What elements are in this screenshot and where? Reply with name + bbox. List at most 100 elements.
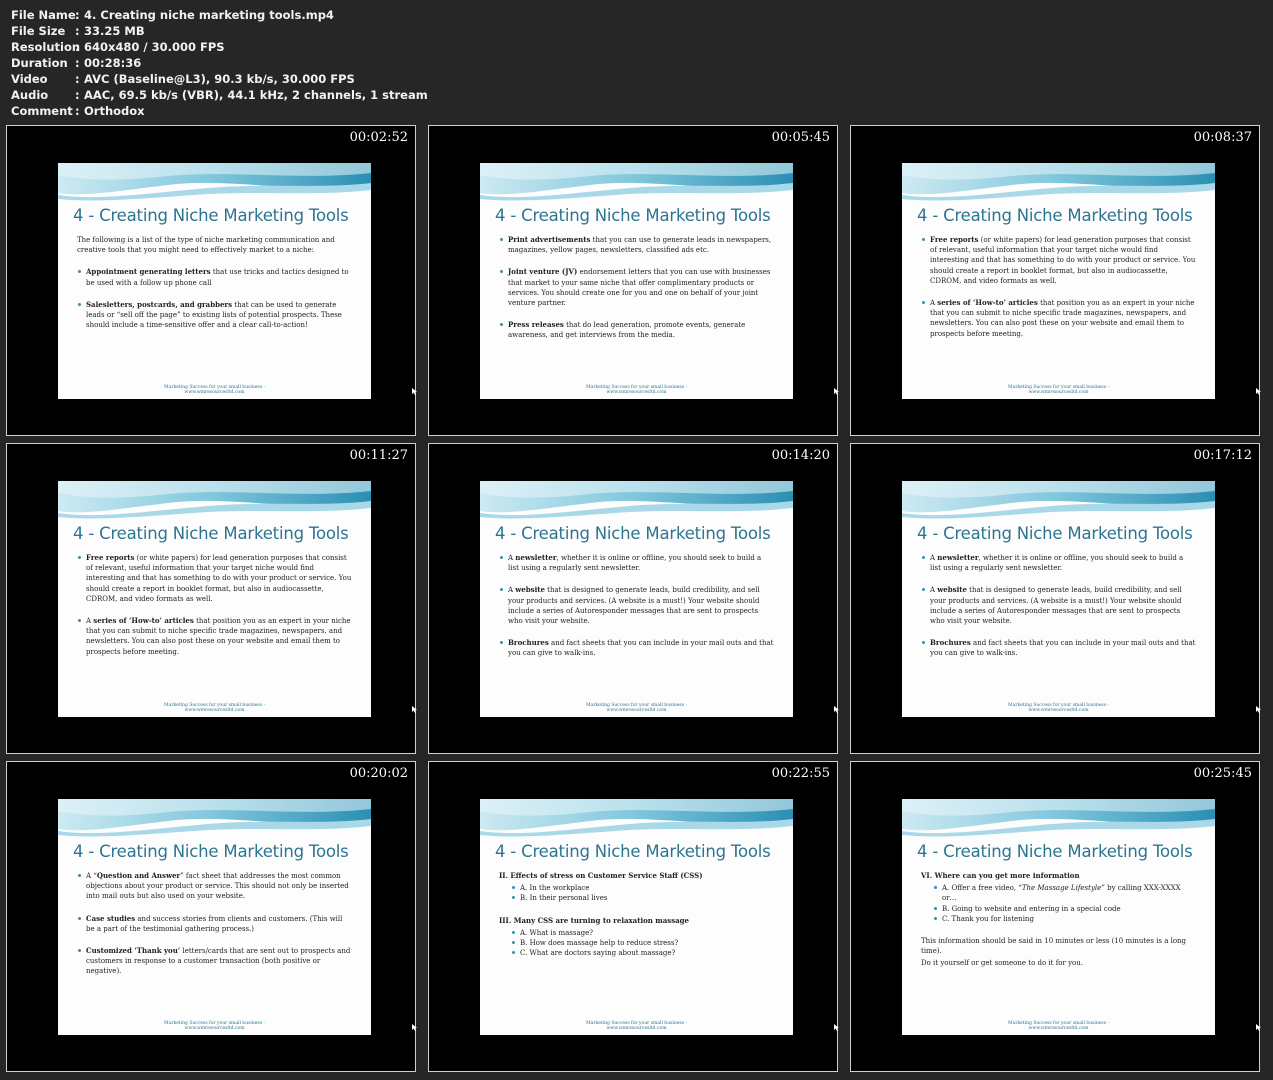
slide-text-run: Free reports — [86, 553, 135, 562]
thumbnail-frame[interactable]: 00:08:37 4 - Creating Niche Marketing Too… — [850, 125, 1261, 436]
slide-title: 4 - Creating Niche Marketing Tools — [73, 524, 349, 543]
slide-preview: 4 - Creating Niche Marketing Tools Print … — [480, 163, 793, 399]
slide-footer: Marketing Success for your small busines… — [480, 1021, 793, 1031]
slide-title: 4 - Creating Niche Marketing Tools — [917, 842, 1193, 861]
slide-footer: Marketing Success for your small busines… — [480, 385, 793, 395]
slide-text-run: series of ‘How-to’ articles — [937, 298, 1038, 308]
slide-header-wave — [58, 163, 371, 201]
file-info-separator: : — [75, 72, 80, 86]
timestamp-label: 00:02:52 — [349, 130, 408, 145]
slide-text-run: Case studies — [86, 913, 136, 923]
file-info-separator: : — [75, 56, 80, 70]
slide-bullet: Appointment generating letters that use … — [77, 267, 352, 287]
slide-header-wave — [480, 799, 793, 837]
slide-bullet: A newsletter, whether it is online or of… — [921, 553, 1196, 573]
slide-bullet: A series of ‘How-to’ articles that posit… — [921, 298, 1196, 339]
slide-bullet: Press releases that do lead generation, … — [499, 320, 774, 340]
slide-title: 4 - Creating Niche Marketing Tools — [73, 842, 349, 861]
slide-preview: 4 - Creating Niche Marketing Tools The fo… — [58, 163, 371, 399]
slide-footer: Marketing Success for your small busines… — [58, 703, 371, 713]
slide-text-run: Print advertisements — [508, 235, 591, 244]
slide-footer-url: www.wmresourcesltd.com — [184, 390, 245, 395]
slide-title: 4 - Creating Niche Marketing Tools — [73, 206, 349, 225]
file-info-row: Duration:00:28:36 — [11, 55, 428, 71]
slide-footer-url: www.wmresourcesltd.com — [606, 1026, 667, 1031]
slide-body: The following is a list of the type of n… — [77, 235, 352, 342]
file-info-key: File Name — [11, 8, 76, 22]
file-info-row: File Size:33.25 MB — [11, 23, 428, 39]
slide-bullet: Print advertisements that you can use to… — [499, 235, 774, 255]
timestamp-label: 00:05:45 — [771, 130, 830, 145]
file-info-value: AVC (Baseline@L3), 90.3 kb/s, 30.000 FPS — [84, 72, 355, 86]
slide-bullet: C. What are doctors saying about massage… — [499, 948, 774, 958]
thumbnail-frame[interactable]: 00:05:45 4 - Creating Niche Marketing Too… — [428, 125, 839, 436]
slide-text-run: VI. Where can you get more information — [921, 871, 1080, 880]
thumbnail-frame[interactable]: 00:22:55 4 - Creating Niche Marketing Too… — [428, 761, 839, 1072]
slide-footer: Marketing Success for your small busines… — [902, 1021, 1215, 1031]
slide-bullet: B. How does massage help to reduce stres… — [499, 938, 774, 948]
thumbnail-frame[interactable]: 00:17:12 4 - Creating Niche Marketing Too… — [850, 443, 1261, 754]
file-info-value: Orthodox — [84, 104, 145, 118]
mouse-cursor-icon — [1256, 706, 1261, 713]
slide-bullet: A. What is massage? — [499, 928, 774, 938]
slide-header-wave — [480, 481, 793, 519]
slide-text-run: III. Many CSS are turning to relaxation … — [499, 915, 690, 925]
slide-footer-url: www.wmresourcesltd.com — [1028, 1026, 1089, 1031]
file-info-row: Audio: AAC, 69.5 kb/s (VBR), 44.1 kHz, 2 … — [11, 87, 428, 103]
slide-footer: Marketing Success for your small busines… — [902, 385, 1215, 395]
slide-text-run: Salesletters, postcards, and grabbers — [86, 299, 233, 309]
slide-text-run: Free reports — [930, 235, 979, 244]
slide-paragraph — [499, 904, 774, 916]
mouse-cursor-icon — [834, 1024, 839, 1031]
slide-bullet: Free reports (or white papers) for lead … — [921, 235, 1196, 286]
slide-text-run: Brochures — [930, 638, 971, 648]
slide-text-run: Brochures — [508, 638, 549, 648]
slide-header-wave — [58, 481, 371, 519]
slide-paragraph: II. Effects of stress on Customer Servic… — [499, 871, 774, 881]
slide-footer: Marketing Success for your small busines… — [58, 1021, 371, 1031]
slide-preview: 4 - Creating Niche Marketing Tools II. Ef… — [480, 799, 793, 1035]
slide-text-run: This information should be said in 10 mi… — [921, 937, 1187, 956]
slide-paragraph: Do it yourself or get someone to do it f… — [921, 958, 1196, 968]
thumbnail-frame[interactable]: 00:25:45 4 - Creating Niche Marketing Too… — [850, 761, 1261, 1072]
slide-footer-url: www.wmresourcesltd.com — [184, 708, 245, 713]
slide-body: Free reports (or white papers) for lead … — [921, 235, 1196, 351]
thumbnail-frame[interactable]: 00:02:52 4 - Creating Niche Marketing Too… — [6, 125, 417, 436]
slide-text-run: that is designed to generate leads, buil… — [508, 586, 760, 626]
slide-body: VI. Where can you get more information A.… — [921, 871, 1196, 971]
slide-text-run: series of ‘How-to’ articles — [93, 616, 194, 626]
slide-footer-url: www.wmresourcesltd.com — [606, 708, 667, 713]
timestamp-label: 00:17:12 — [1193, 448, 1252, 463]
timestamp-label: 00:11:27 — [349, 448, 408, 463]
slide-title: 4 - Creating Niche Marketing Tools — [495, 842, 771, 861]
slide-bullet: Brochures and fact sheets that you can i… — [499, 638, 774, 658]
slide-bullet: A “Question and Answer” fact sheet that … — [77, 871, 352, 902]
slide-text-run: Customized ‘Thank you’ — [86, 946, 181, 956]
slide-preview: 4 - Creating Niche Marketing Tools A news… — [902, 481, 1215, 717]
slide-text-run: A. Offer a free video, — [942, 884, 1019, 893]
file-info-separator: : — [75, 88, 80, 102]
file-info-separator: : — [75, 104, 80, 118]
timestamp-label: 00:08:37 — [1193, 130, 1252, 145]
thumbnail-grid: 00:02:52 4 - Creating Niche Marketing Too… — [6, 125, 1269, 1075]
file-info-key: Audio — [11, 88, 49, 102]
slide-footer: Marketing Success for your small busines… — [902, 703, 1215, 713]
file-info-value: 33.25 MB — [84, 24, 145, 38]
slide-bullet: Case studies and success stories from cl… — [77, 914, 352, 934]
mouse-cursor-icon — [834, 706, 839, 713]
timestamp-label: 00:22:55 — [771, 766, 830, 781]
thumbnail-frame[interactable]: 00:11:27 4 - Creating Niche Marketing Too… — [6, 443, 417, 754]
timestamp-label: 00:25:45 — [1193, 766, 1252, 781]
file-info-row: Comment: Orthodox — [11, 103, 428, 119]
slide-text-run: newsletter — [937, 553, 979, 562]
slide-text-run: Joint venture (JV) — [508, 267, 578, 277]
file-info-key: Comment — [11, 104, 73, 118]
slide-text-run: A. In the workplace — [520, 884, 590, 893]
slide-text-run: newsletter — [515, 553, 557, 562]
file-info-key: Duration — [11, 56, 68, 70]
file-info-row: Video: AVC (Baseline@L3), 90.3 kb/s, 30.0… — [11, 71, 428, 87]
thumbnail-frame[interactable]: 00:20:02 4 - Creating Niche Marketing Too… — [6, 761, 417, 1072]
slide-text-run: Question and Answer — [96, 871, 181, 880]
thumbnail-frame[interactable]: 00:14:20 4 - Creating Niche Marketing Too… — [428, 443, 839, 754]
slide-header-wave — [902, 481, 1215, 519]
